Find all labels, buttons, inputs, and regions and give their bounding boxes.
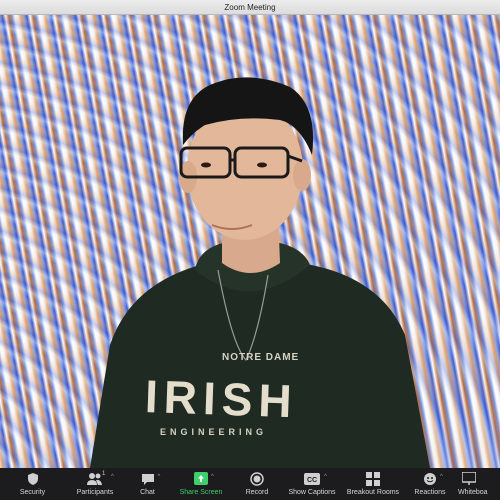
- window-title: Zoom Meeting: [224, 2, 276, 12]
- captions-chevron-up-icon[interactable]: ^: [324, 474, 327, 480]
- show-captions-button[interactable]: CC ^ Show Captions: [282, 468, 342, 500]
- whiteboard-icon: [456, 471, 476, 486]
- window-titlebar: Zoom Meeting: [0, 0, 500, 15]
- show-captions-label: Show Captions: [288, 489, 336, 496]
- chat-label: Chat: [140, 489, 155, 496]
- participant-person: NOTRE DAME IRISH ENGINEERING: [90, 77, 430, 468]
- captions-icon: CC ^: [304, 471, 327, 486]
- participants-button[interactable]: 1 ^ Participants: [65, 468, 125, 500]
- share-chevron-up-icon[interactable]: ^: [211, 474, 214, 480]
- participants-chevron-up-icon[interactable]: ^: [111, 474, 114, 480]
- shirt-text-bottom: ENGINEERING: [160, 427, 267, 437]
- share-screen-label: Share Screen: [179, 489, 223, 496]
- reactions-button[interactable]: ^ Reactions: [404, 468, 456, 500]
- security-button[interactable]: Security: [0, 468, 65, 500]
- whiteboard-label: Whiteboa: [458, 489, 488, 496]
- meeting-toolbar: Security 1 ^ Participants ^ Chat ^ Share…: [0, 468, 500, 500]
- breakout-rooms-icon: [366, 471, 380, 486]
- record-button[interactable]: Record: [232, 468, 282, 500]
- share-screen-icon: ^: [194, 471, 214, 486]
- shirt-text-main: IRISH: [144, 370, 298, 427]
- share-screen-button[interactable]: ^ Share Screen: [170, 468, 232, 500]
- reactions-icon: ^: [423, 471, 443, 486]
- chat-icon: ^: [141, 471, 160, 486]
- participants-icon: 1 ^: [87, 471, 114, 486]
- participants-count: 1: [102, 471, 106, 477]
- shirt-text-top: NOTRE DAME: [222, 352, 299, 363]
- chat-button[interactable]: ^ Chat: [125, 468, 170, 500]
- reactions-chevron-up-icon[interactable]: ^: [440, 474, 443, 480]
- shield-icon: [26, 471, 40, 486]
- participant-video: NOTRE DAME IRISH ENGINEERING: [0, 15, 500, 468]
- captions-badge-text: CC: [307, 477, 317, 484]
- record-icon: [250, 471, 264, 486]
- security-label: Security: [19, 489, 46, 496]
- reactions-label: Reactions: [414, 489, 446, 496]
- breakout-rooms-label: Breakout Rooms: [346, 489, 400, 496]
- whiteboard-button[interactable]: Whiteboa: [456, 468, 496, 500]
- chat-chevron-up-icon[interactable]: ^: [158, 474, 161, 480]
- breakout-rooms-button[interactable]: Breakout Rooms: [342, 468, 404, 500]
- participants-label: Participants: [76, 489, 114, 496]
- record-label: Record: [245, 489, 269, 496]
